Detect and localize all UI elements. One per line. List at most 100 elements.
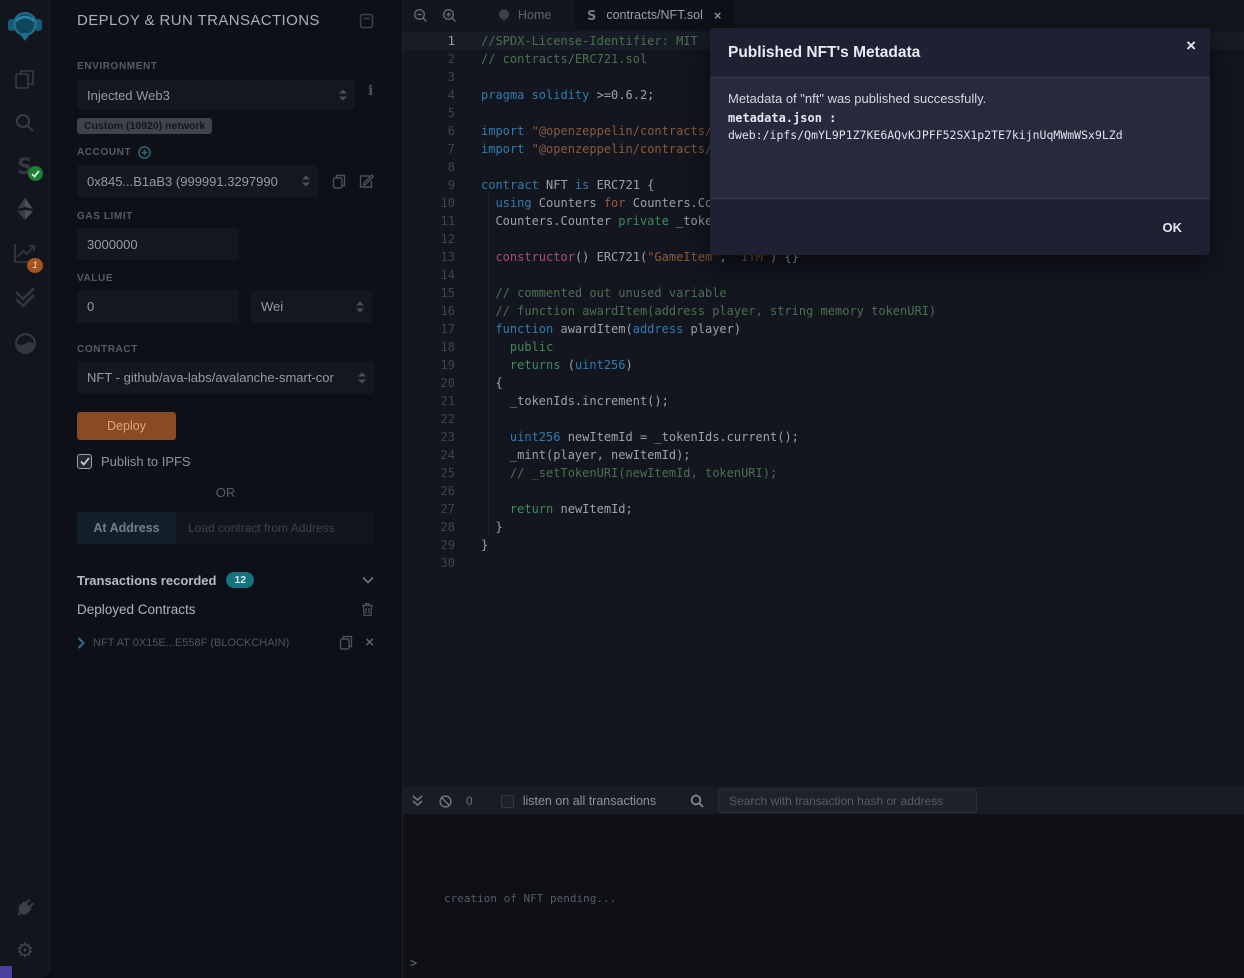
debugger-icon[interactable] — [0, 332, 50, 355]
close-tab-icon[interactable]: × — [714, 8, 722, 23]
trash-icon[interactable] — [361, 602, 374, 617]
code-line: 14 — [403, 266, 1244, 284]
caret-updown-icon — [302, 176, 310, 187]
code-line: 21 _tokenIds.increment(); — [403, 392, 1244, 410]
deploy-run-icon[interactable] — [0, 197, 50, 221]
code-line: 22 — [403, 410, 1244, 428]
tab-nft-sol[interactable]: S contracts/NFT.sol × — [575, 0, 733, 30]
terminal-toolbar: 0 listen on all transactions — [403, 788, 1244, 814]
terminal-log-line: creation of NFT pending... — [444, 892, 616, 905]
listen-transactions-label: listen on all transactions — [523, 794, 656, 808]
code-line: 25 // _setTokenURI(newItemId, tokenURI); — [403, 464, 1244, 482]
zoom-in-icon[interactable] — [442, 8, 457, 23]
icon-rail: S 1 — [0, 0, 50, 978]
transactions-count-badge: 12 — [226, 572, 254, 588]
remix-ide-window: S 1 — [0, 0, 1244, 978]
gas-limit-input[interactable] — [77, 228, 239, 260]
or-label: OR — [77, 485, 374, 500]
zoom-out-icon[interactable] — [413, 8, 428, 23]
page-title: DEPLOY & RUN TRANSACTIONS — [77, 12, 320, 29]
indent-guide — [488, 194, 489, 536]
deployed-contracts-label: Deployed Contracts — [77, 602, 196, 617]
code-line: 26 — [403, 482, 1244, 500]
plugin-manager-icon[interactable] — [0, 896, 50, 919]
sign-message-icon[interactable] — [358, 174, 374, 189]
modal-message: Metadata of "nft" was published successf… — [728, 91, 1192, 106]
terminal-search-input[interactable] — [718, 789, 977, 813]
terminal-output[interactable]: creation of NFT pending... > — [403, 814, 1244, 978]
contract-label: CONTRACT — [77, 344, 374, 355]
code-line: 28 } — [403, 518, 1244, 536]
environment-label: ENVIRONMENT — [77, 61, 374, 72]
value-input[interactable] — [77, 290, 239, 323]
modal-close-icon[interactable]: × — [1186, 36, 1196, 56]
account-label: ACCOUNT — [77, 147, 131, 158]
solidity-file-icon: S — [587, 8, 599, 22]
publish-ipfs-checkbox[interactable] — [77, 454, 92, 469]
modal-footer: OK — [710, 198, 1210, 255]
metadata-file-label: metadata.json : — [728, 111, 1192, 125]
copy-account-icon[interactable] — [332, 174, 346, 189]
remove-contract-icon[interactable]: × — [365, 637, 374, 649]
code-line: 16 // function awardItem(address player,… — [403, 302, 1244, 320]
deployed-contract-label: NFT AT 0X15E...E558F (BLOCKCHAIN) — [93, 637, 339, 649]
gas-limit-label: GAS LIMIT — [77, 211, 374, 222]
contract-select[interactable]: NFT - github/ava-labs/avalanche-smart-co… — [77, 361, 374, 394]
at-address-input[interactable] — [176, 512, 374, 544]
value-label: VALUE — [77, 273, 374, 284]
home-tab-icon — [497, 8, 511, 22]
code-line: 20 { — [403, 374, 1244, 392]
settings-icon[interactable]: ⚙ — [0, 940, 50, 962]
account-select[interactable]: 0x845...B1aB3 (999991.3297990 — [77, 165, 318, 197]
code-line: 27 return newItemId; — [403, 500, 1244, 518]
caret-updown-icon — [358, 372, 366, 383]
search-icon[interactable] — [0, 112, 50, 134]
caret-updown-icon — [356, 301, 364, 312]
deploy-button[interactable]: Deploy — [77, 412, 176, 440]
code-line: 24 _mint(player, newItemId); — [403, 446, 1244, 464]
svg-text:S: S — [587, 9, 596, 22]
terminal-prompt: > — [410, 956, 417, 970]
value-unit-select[interactable]: Wei — [251, 290, 372, 323]
published-metadata-modal: Published NFT's Metadata × Metadata of "… — [710, 28, 1210, 255]
caret-updown-icon — [339, 90, 347, 101]
analysis-count-badge: 1 — [27, 258, 43, 273]
analysis-icon[interactable] — [0, 242, 50, 264]
ok-button[interactable]: OK — [1163, 220, 1183, 235]
at-address-button[interactable]: At Address — [77, 512, 176, 544]
unit-testing-icon[interactable] — [0, 287, 50, 307]
code-line: 29} — [403, 536, 1244, 554]
copy-contract-icon[interactable] — [339, 635, 353, 650]
environment-info-icon[interactable]: i — [368, 83, 373, 99]
code-line: 23 uint256 newItemId = _tokenIds.current… — [403, 428, 1244, 446]
compiler-success-badge — [28, 166, 43, 181]
code-line: 17 function awardItem(address player) — [403, 320, 1244, 338]
environment-select[interactable]: Injected Web3 — [77, 80, 355, 110]
chevron-right-icon[interactable] — [77, 637, 85, 649]
rail-corner-accent — [0, 966, 12, 978]
add-account-icon[interactable] — [138, 146, 151, 159]
deployed-contract-row[interactable]: NFT AT 0X15E...E558F (BLOCKCHAIN) × — [77, 635, 374, 650]
collapse-terminal-icon[interactable] — [412, 795, 423, 807]
docs-icon[interactable] — [359, 13, 374, 29]
clear-console-icon[interactable] — [439, 795, 452, 808]
listen-transactions-checkbox[interactable] — [501, 795, 514, 808]
code-line: 30 — [403, 554, 1244, 572]
deploy-run-panel: DEPLOY & RUN TRANSACTIONS ENVIRONMENT In… — [50, 0, 403, 978]
file-explorer-icon[interactable] — [0, 68, 50, 90]
chevron-down-icon[interactable] — [362, 576, 374, 584]
terminal-search-icon — [690, 794, 704, 808]
network-badge: Custom (10920) network — [77, 118, 212, 134]
pending-tx-count: 0 — [466, 794, 473, 808]
transactions-recorded-label: Transactions recorded — [77, 573, 216, 588]
modal-header: Published NFT's Metadata × — [710, 28, 1210, 78]
code-line: 18 public — [403, 338, 1244, 356]
code-line: 15 // commented out unused variable — [403, 284, 1244, 302]
modal-title: Published NFT's Metadata — [728, 44, 920, 62]
terminal: 0 listen on all transactions creation of… — [403, 787, 1244, 978]
publish-ipfs-label: Publish to IPFS — [101, 454, 191, 469]
tab-home[interactable]: Home — [485, 0, 563, 30]
remix-logo-icon[interactable] — [0, 7, 50, 45]
code-line: 19 returns (uint256) — [403, 356, 1244, 374]
modal-body: Metadata of "nft" was published successf… — [710, 78, 1210, 198]
